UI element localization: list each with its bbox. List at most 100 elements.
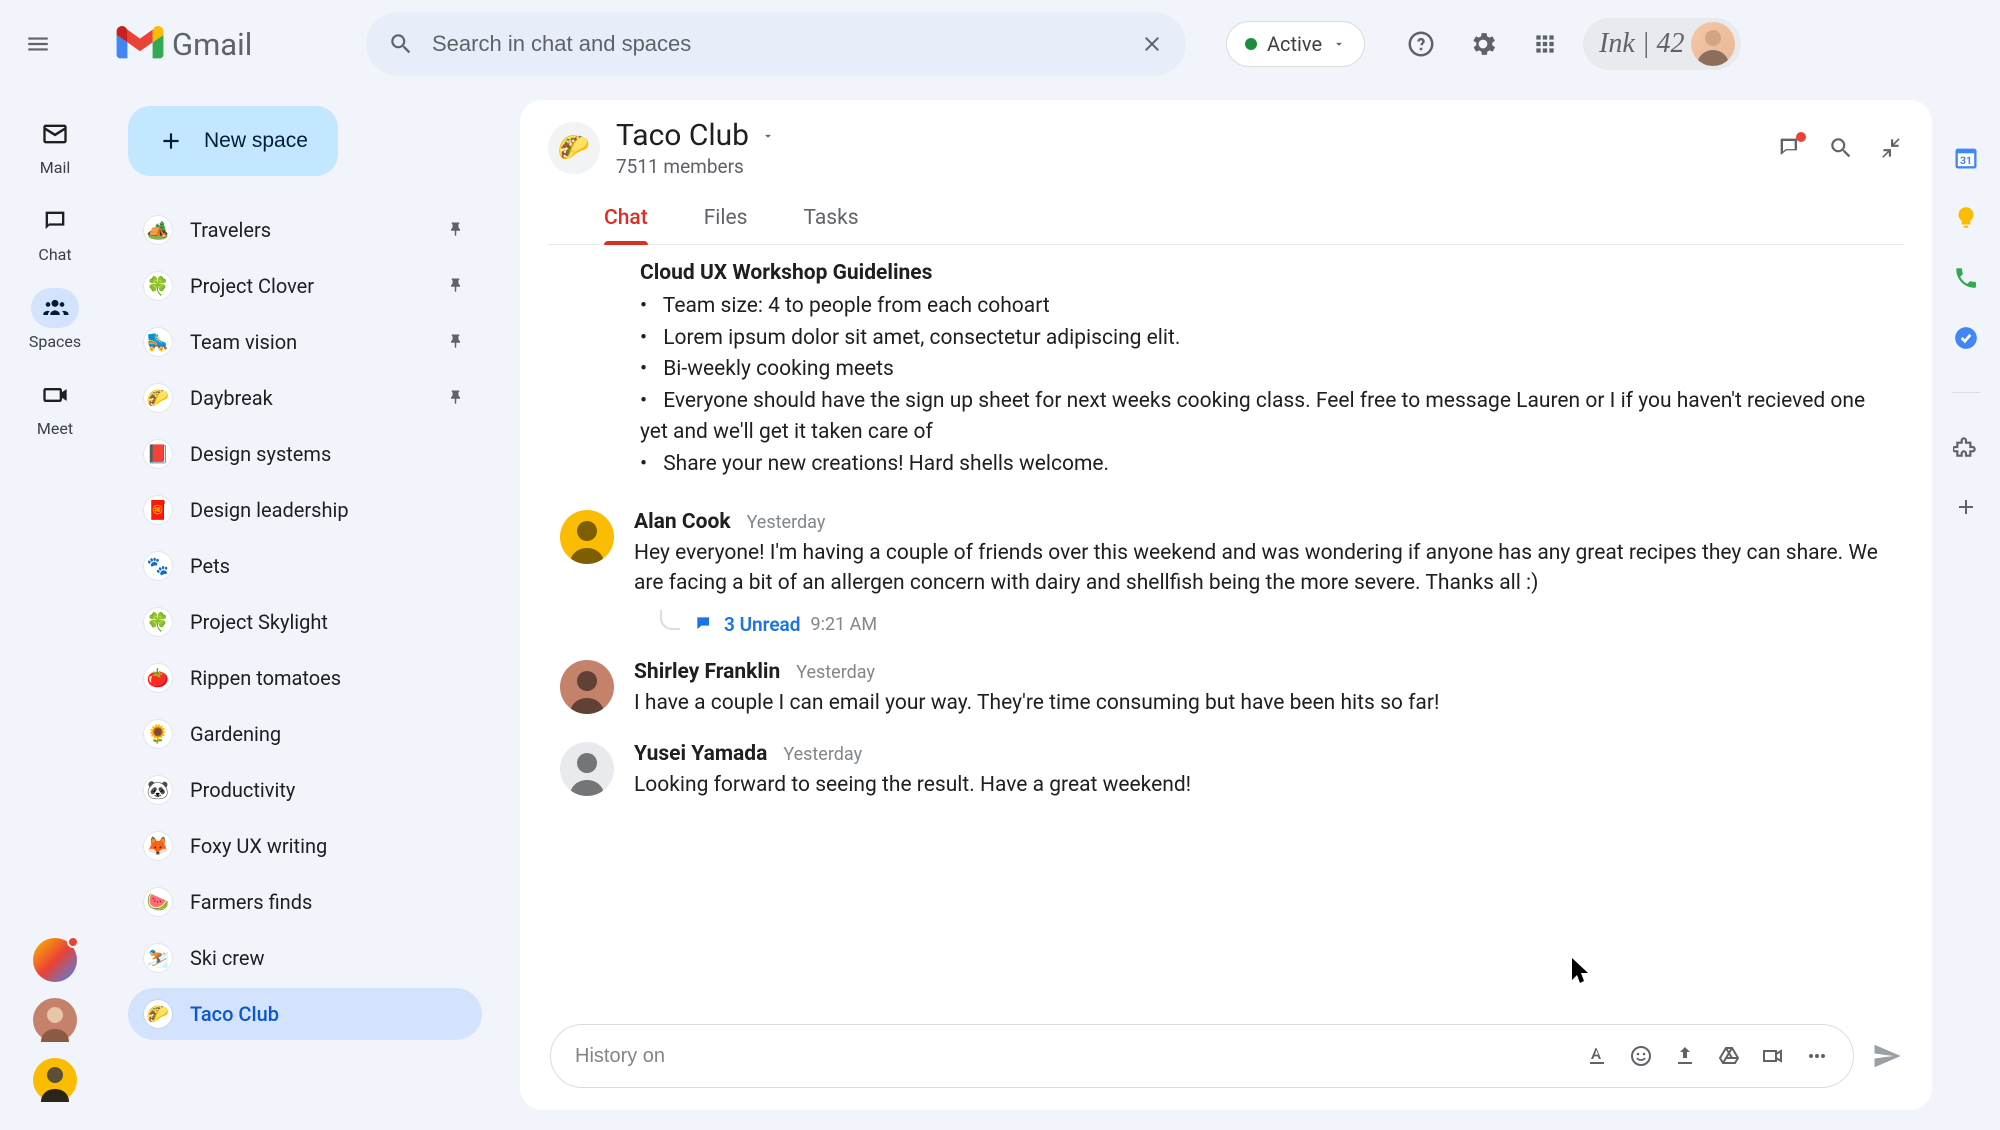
space-item[interactable]: 🍀 Project Skylight — [128, 596, 482, 648]
message-avatar[interactable] — [560, 510, 614, 564]
composer-input[interactable] — [575, 1045, 1567, 1068]
space-item-name: Gardening — [190, 722, 281, 746]
space-item-emoji: 🍀 — [144, 272, 172, 300]
tasks-icon — [1953, 325, 1979, 351]
space-item-emoji: 🛼 — [144, 328, 172, 356]
collapse-button[interactable] — [1878, 135, 1904, 161]
logo-area[interactable]: Gmail — [116, 26, 356, 63]
message-avatar[interactable] — [560, 742, 614, 796]
phone-icon — [1953, 265, 1979, 291]
keep-icon — [1953, 205, 1979, 231]
space-item[interactable]: 🛼 Team vision — [128, 316, 482, 368]
pin-icon — [448, 277, 466, 295]
space-item-name: Project Skylight — [190, 610, 328, 634]
space-item[interactable]: 🌮 Daybreak — [128, 372, 482, 424]
space-item[interactable]: 🌻 Gardening — [128, 708, 482, 760]
message-avatar[interactable] — [560, 660, 614, 714]
space-item[interactable]: 🦊 Foxy UX writing — [128, 820, 482, 872]
thread-button[interactable] — [1776, 134, 1804, 162]
space-item-emoji: 🍅 — [144, 664, 172, 692]
contacts-app[interactable] — [1952, 264, 1980, 292]
space-emoji: 🌮 — [548, 122, 600, 174]
thread-reply-icon — [694, 614, 714, 634]
space-item-name: Rippen tomatoes — [190, 666, 341, 690]
pin-icon — [448, 333, 466, 351]
clear-search-icon[interactable] — [1140, 32, 1164, 56]
guideline-item: • Bi-weekly cooking meets — [640, 354, 1892, 386]
more-button[interactable] — [1805, 1044, 1829, 1068]
tab-tasks[interactable]: Tasks — [804, 198, 859, 244]
puzzle-icon — [1953, 434, 1979, 460]
message-composer[interactable] — [550, 1024, 1854, 1088]
apps-button[interactable] — [1529, 28, 1561, 60]
space-item[interactable]: 🐼 Productivity — [128, 764, 482, 816]
search-in-space-button[interactable] — [1828, 135, 1854, 161]
notification-dot-icon — [67, 936, 79, 948]
space-item[interactable]: ⛷️ Ski crew — [128, 932, 482, 984]
send-button[interactable] — [1872, 1041, 1902, 1071]
rail-user-avatar-1[interactable] — [33, 998, 77, 1042]
upload-button[interactable] — [1673, 1044, 1697, 1068]
workspace-label: Ink | 42 — [1599, 28, 1684, 60]
space-item-name: Travelers — [190, 218, 271, 242]
addons-button[interactable] — [1952, 433, 1980, 461]
drive-button[interactable] — [1717, 1044, 1741, 1068]
gmail-logo-icon — [116, 26, 164, 62]
avatar-icon — [560, 742, 614, 796]
space-item[interactable]: 🌮 Taco Club — [128, 988, 482, 1040]
help-button[interactable] — [1405, 28, 1437, 60]
tasks-app[interactable] — [1952, 324, 1980, 352]
search-input[interactable] — [432, 31, 1122, 57]
message-text: I have a couple I can email your way. Th… — [634, 688, 1892, 718]
status-selector[interactable]: Active — [1226, 21, 1365, 67]
chevron-down-icon[interactable] — [761, 129, 775, 143]
new-space-button[interactable]: New space — [128, 106, 338, 176]
apps-grid-icon — [1532, 31, 1558, 57]
space-item[interactable]: 🍀 Project Clover — [128, 260, 482, 312]
rail-user-avatar-2[interactable] — [33, 1058, 77, 1102]
thread-unread-label: 3 Unread — [724, 613, 800, 636]
emoji-button[interactable] — [1629, 1044, 1653, 1068]
space-item[interactable]: 🐾 Pets — [128, 540, 482, 592]
right-side-panel: 31 — [1932, 100, 2000, 1130]
rail-chat[interactable]: Chat — [15, 195, 95, 270]
keep-app[interactable] — [1952, 204, 1980, 232]
main-menu-button[interactable] — [10, 16, 66, 72]
plus-icon — [158, 128, 184, 154]
thread-link[interactable]: 3 Unread 9:21 AM — [660, 613, 1892, 636]
tab-files[interactable]: Files — [704, 198, 748, 244]
rail-mail[interactable]: Mail — [15, 108, 95, 183]
rail-spaces-label: Spaces — [29, 332, 81, 351]
space-item[interactable]: 📕 Design systems — [128, 428, 482, 480]
tab-chat[interactable]: Chat — [604, 198, 648, 244]
space-item-emoji: 🍀 — [144, 608, 172, 636]
spaces-sidebar: New space 🏕️ Travelers 🍀 Project Clover … — [110, 88, 500, 1130]
rail-app-avatar[interactable] — [33, 938, 77, 982]
rail-meet[interactable]: Meet — [15, 369, 95, 444]
workspace-selector[interactable]: Ink | 42 — [1583, 18, 1740, 70]
space-item[interactable]: 🍉 Farmers finds — [128, 876, 482, 928]
message: Yusei Yamada Yesterday Looking forward t… — [560, 742, 1892, 800]
space-title[interactable]: Taco Club — [616, 118, 749, 153]
space-item[interactable]: 🏕️ Travelers — [128, 204, 482, 256]
calendar-app[interactable]: 31 — [1952, 144, 1980, 172]
search-bar[interactable] — [366, 12, 1186, 76]
collapse-icon — [1878, 135, 1904, 161]
video-icon — [1761, 1044, 1785, 1068]
settings-button[interactable] — [1467, 28, 1499, 60]
space-item-name: Project Clover — [190, 274, 314, 298]
get-addons-button[interactable] — [1952, 493, 1980, 521]
video-button[interactable] — [1761, 1044, 1785, 1068]
guidelines-block: Cloud UX Workshop Guidelines • Team size… — [640, 261, 1892, 480]
message-author: Shirley Franklin — [634, 660, 780, 684]
message-text: Hey everyone! I'm having a couple of fri… — [634, 538, 1892, 599]
rail-spaces[interactable]: Spaces — [15, 282, 95, 357]
more-icon — [1805, 1044, 1829, 1068]
space-item[interactable]: 🧧 Design leadership — [128, 484, 482, 536]
account-avatar[interactable] — [1691, 22, 1735, 66]
space-item[interactable]: 🍅 Rippen tomatoes — [128, 652, 482, 704]
member-count[interactable]: 7511 members — [616, 155, 775, 178]
format-button[interactable] — [1585, 1044, 1609, 1068]
left-nav-rail: Mail Chat Spaces Meet — [0, 88, 110, 1130]
space-item-name: Taco Club — [190, 1002, 279, 1026]
